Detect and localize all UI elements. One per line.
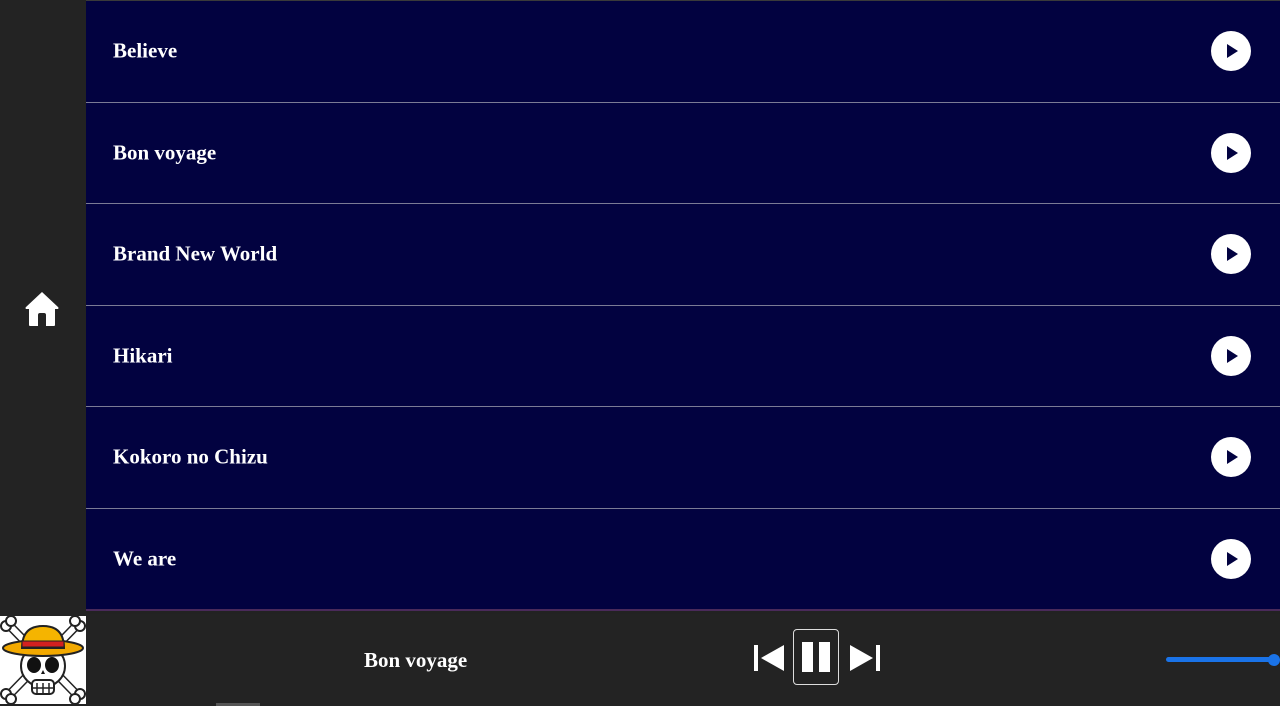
home-button[interactable]: [24, 290, 60, 328]
song-row[interactable]: Believe: [86, 1, 1280, 103]
song-title: Brand New World: [113, 241, 278, 266]
play-button[interactable]: [1211, 335, 1251, 376]
song-row[interactable]: We are: [86, 509, 1280, 611]
song-title: Hikari: [113, 343, 173, 368]
play-icon: [1227, 44, 1238, 59]
volume-slider[interactable]: [1166, 654, 1280, 666]
previous-button[interactable]: [753, 642, 785, 674]
straw-hat-jolly-roger-logo: [0, 615, 86, 705]
song-title: Believe: [113, 38, 178, 63]
divider: [86, 609, 1280, 611]
player-bar: Bon voyage: [0, 614, 1280, 706]
song-row[interactable]: Hikari: [86, 306, 1280, 407]
next-button[interactable]: [849, 642, 881, 674]
now-playing-title: Bon voyage: [364, 648, 468, 672]
play-button[interactable]: [1211, 539, 1251, 580]
song-row[interactable]: Brand New World: [86, 204, 1280, 306]
home-icon: [25, 292, 59, 326]
play-icon: [1227, 552, 1238, 567]
sidebar: [0, 0, 86, 614]
skip-next-icon: [850, 645, 880, 671]
album-art: [0, 615, 86, 705]
pause-icon: [802, 642, 830, 672]
song-row[interactable]: Bon voyage: [86, 103, 1280, 204]
volume-track: [1166, 657, 1274, 662]
skip-previous-icon: [754, 645, 784, 671]
song-title: Kokoro no Chizu: [113, 444, 268, 469]
song-title: Bon voyage: [113, 140, 217, 165]
play-button[interactable]: [1211, 437, 1251, 478]
play-button[interactable]: [1211, 132, 1251, 173]
song-title: We are: [113, 546, 177, 571]
pause-button[interactable]: [793, 629, 839, 685]
play-button[interactable]: [1211, 234, 1251, 275]
song-row[interactable]: Kokoro no Chizu: [86, 407, 1280, 509]
play-icon: [1227, 247, 1238, 262]
song-list: Believe Bon voyage Brand New World Hikar…: [86, 0, 1280, 610]
volume-thumb[interactable]: [1268, 654, 1280, 666]
music-player-app: Believe Bon voyage Brand New World Hikar…: [0, 0, 1280, 706]
play-icon: [1227, 348, 1238, 363]
play-icon: [1227, 145, 1238, 160]
play-icon: [1227, 450, 1238, 465]
play-button[interactable]: [1211, 31, 1251, 72]
